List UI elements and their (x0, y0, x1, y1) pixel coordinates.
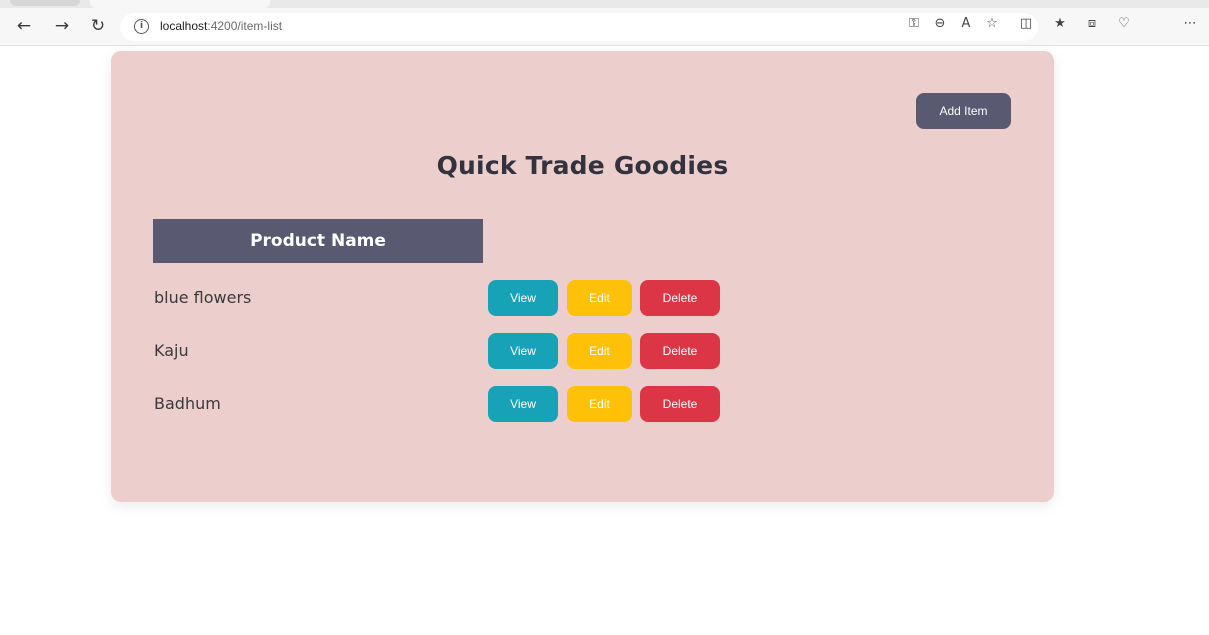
back-arrow-icon[interactable]: ← (12, 14, 36, 38)
read-aloud-icon[interactable]: A (956, 13, 976, 33)
edit-button[interactable]: Edit (567, 386, 632, 422)
key-icon[interactable]: ⚿ (904, 13, 924, 33)
table-header-product-name: Product Name (153, 219, 483, 263)
product-name: Kaju (154, 341, 189, 360)
split-screen-icon[interactable]: ◫ (1016, 13, 1036, 33)
info-icon[interactable]: i (134, 19, 149, 34)
item-list-card: Add Item Quick Trade Goodies Product Nam… (111, 51, 1054, 502)
address-bar[interactable]: i localhost:4200/item-list (120, 13, 1038, 41)
browser-tab[interactable] (10, 0, 80, 6)
zoom-out-icon[interactable]: ⊖ (930, 13, 950, 33)
extensions-icon[interactable]: ♡ (1114, 13, 1134, 33)
add-item-button[interactable]: Add Item (916, 93, 1011, 129)
view-button[interactable]: View (488, 333, 558, 369)
edit-button[interactable]: Edit (567, 280, 632, 316)
address-url[interactable]: localhost:4200/item-list (160, 19, 282, 33)
browser-tab-strip (0, 0, 1209, 8)
product-name: Badhum (154, 394, 221, 413)
favorites-list-icon[interactable]: ★ (1050, 13, 1070, 33)
product-name: blue flowers (154, 288, 252, 307)
more-icon[interactable]: ⋯ (1180, 13, 1200, 33)
collections-icon[interactable]: ⧈ (1082, 13, 1102, 33)
refresh-icon[interactable]: ↻ (86, 14, 110, 38)
view-button[interactable]: View (488, 280, 558, 316)
delete-button[interactable]: Delete (640, 280, 720, 316)
table-row: blue flowers View Edit Delete (111, 280, 1054, 316)
edit-button[interactable]: Edit (567, 333, 632, 369)
browser-toolbar: ← → ↻ i localhost:4200/item-list ⚿ ⊖ A ☆… (0, 8, 1209, 46)
browser-tab-active[interactable] (90, 0, 270, 8)
delete-button[interactable]: Delete (640, 386, 720, 422)
table-row: Kaju View Edit Delete (111, 333, 1054, 369)
delete-button[interactable]: Delete (640, 333, 720, 369)
page-title: Quick Trade Goodies (436, 151, 729, 180)
favorite-star-icon[interactable]: ☆ (982, 13, 1002, 33)
table-row: Badhum View Edit Delete (111, 386, 1054, 422)
view-button[interactable]: View (488, 386, 558, 422)
url-path: :4200/item-list (207, 19, 283, 33)
forward-arrow-icon[interactable]: → (50, 14, 74, 38)
url-host: localhost (160, 19, 208, 33)
